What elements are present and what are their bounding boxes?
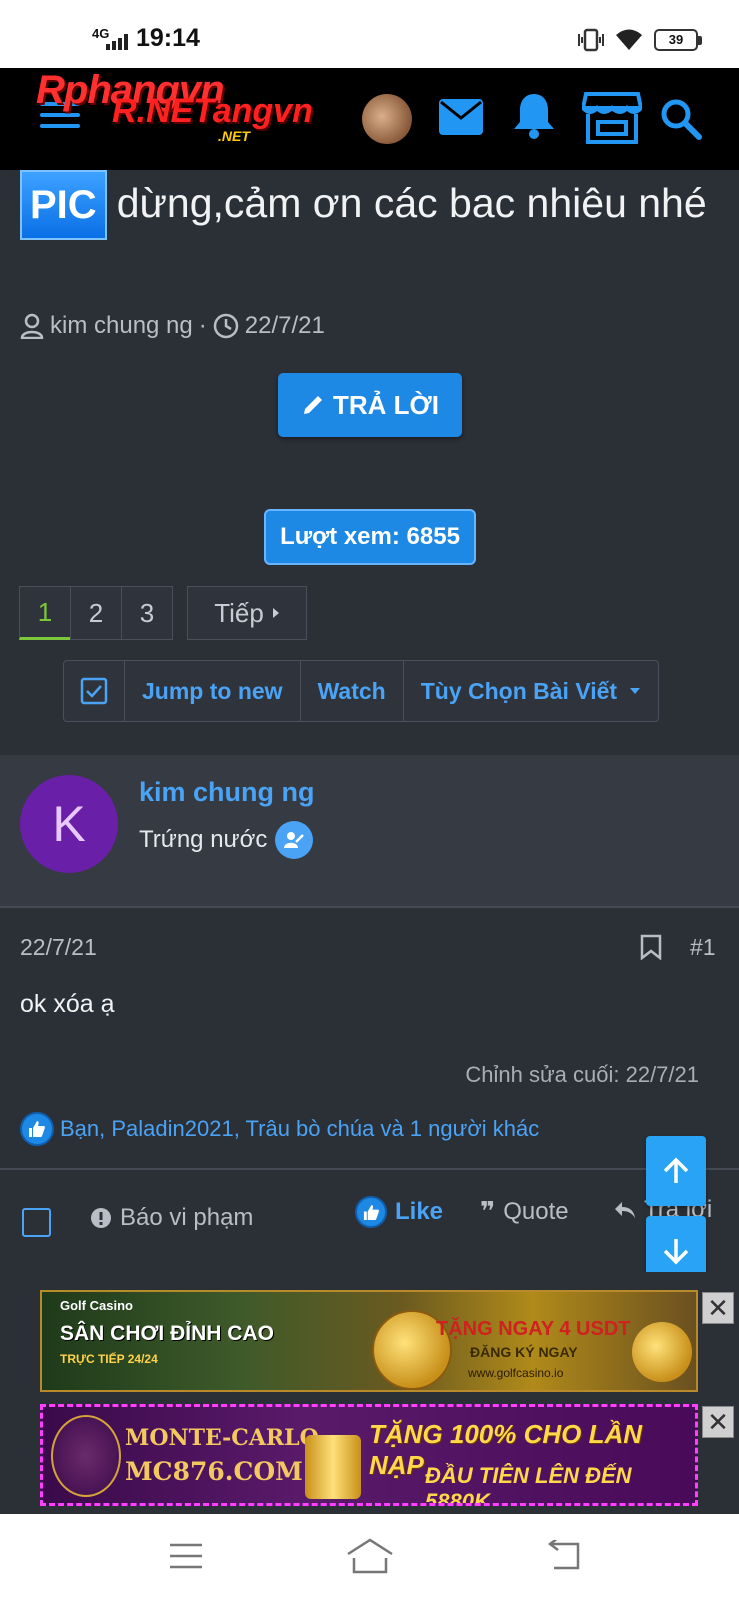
- home-icon[interactable]: [346, 1538, 394, 1574]
- page-3[interactable]: 3: [121, 586, 173, 640]
- page-2[interactable]: 2: [70, 586, 122, 640]
- arrow-down-icon: [663, 1239, 689, 1265]
- post-select-checkbox[interactable]: [22, 1208, 51, 1237]
- close-ad1-button[interactable]: ✕: [702, 1292, 734, 1324]
- scroll-top-button[interactable]: [646, 1136, 706, 1206]
- select-checkbox[interactable]: [64, 661, 125, 721]
- arrow-up-icon: [663, 1157, 689, 1183]
- next-page-button[interactable]: Tiếp: [187, 586, 307, 640]
- bell-icon[interactable]: [512, 92, 556, 140]
- banner-ad-monte-carlo[interactable]: MONTE-CARLO MC876.COM TẶNG 100% CHO LẦN …: [40, 1404, 698, 1506]
- post-edited-note: Chỉnh sửa cuối: 22/7/21: [465, 1062, 699, 1087]
- thread-date[interactable]: 22/7/21: [245, 312, 325, 340]
- close-ad2-button[interactable]: ✕: [702, 1406, 734, 1438]
- jump-to-new-button[interactable]: Jump to new: [125, 661, 301, 721]
- thread-title: PIC dừng,cảm ơn các bac nhiêu nhé: [20, 168, 720, 240]
- like-button[interactable]: Like: [355, 1196, 443, 1228]
- site-logo[interactable]: Rphangvn R.NETangvn .NET: [36, 68, 326, 166]
- checkbox-checked-icon: [80, 677, 108, 705]
- reply-arrow-icon: [615, 1202, 635, 1218]
- thread-options-button[interactable]: Tùy Chọn Bài Viết: [404, 661, 658, 721]
- pencil-icon: [304, 396, 323, 414]
- post-number[interactable]: #1: [690, 934, 716, 961]
- thread-toolbar: Jump to new Watch Tùy Chọn Bài Viết: [63, 660, 660, 722]
- quote-icon: ❞: [480, 1196, 496, 1226]
- post-avatar[interactable]: K: [20, 775, 118, 873]
- site-header: Rphangvn R.NETangvn .NET: [0, 68, 739, 170]
- bookmark-icon[interactable]: [640, 934, 662, 960]
- post-actions: Báo vi phạm Like ❞ Quote Trả lời: [0, 1172, 739, 1272]
- post-user-block: K kim chung ng Trứng nước: [0, 755, 739, 908]
- view-count: Lượt xem: 6855: [264, 509, 476, 565]
- mail-icon[interactable]: [438, 98, 484, 136]
- quote-button[interactable]: ❞ Quote: [480, 1196, 569, 1227]
- banner-ad-golf-casino[interactable]: Golf Casino SÂN CHƠI ĐỈNH CAO TRỰC TIẾP …: [40, 1290, 698, 1392]
- ad-area: Golf Casino SÂN CHƠI ĐỈNH CAO TRỰC TIẾP …: [0, 1272, 739, 1514]
- post-divider: [0, 1168, 739, 1170]
- post-date[interactable]: 22/7/21: [20, 934, 97, 961]
- search-icon[interactable]: [660, 98, 702, 140]
- page-1[interactable]: 1: [19, 586, 71, 640]
- watch-button[interactable]: Watch: [301, 661, 404, 721]
- vibrate-icon: [578, 28, 604, 52]
- system-nav-bar: [0, 1514, 739, 1600]
- caret-down-icon: [630, 688, 641, 694]
- rank-badge-icon: [275, 821, 314, 859]
- clock-icon: [213, 313, 238, 339]
- user-icon: [20, 313, 44, 339]
- post-body: ok xóa ạ: [20, 990, 115, 1018]
- thread-title-text: dừng,cảm ơn các bac nhiêu nhé: [116, 180, 707, 226]
- pagination: 1 2 3 Tiếp: [19, 586, 307, 640]
- recent-apps-icon[interactable]: [168, 1542, 204, 1570]
- store-icon[interactable]: [582, 92, 642, 144]
- caret-right-icon: [272, 608, 279, 618]
- reaction-summary[interactable]: Bạn, Paladin2021, Trâu bò chúa và 1 ngườ…: [20, 1112, 539, 1146]
- thread-meta: kim chung ng · 22/7/21: [20, 312, 325, 340]
- back-icon[interactable]: [544, 1540, 584, 1572]
- status-bar: 4G 19:14 39: [0, 0, 739, 68]
- wifi-icon: [616, 29, 642, 50]
- post-username[interactable]: kim chung ng: [139, 777, 315, 808]
- battery-indicator: 39: [654, 29, 702, 51]
- clock: 19:14: [136, 24, 200, 52]
- user-avatar[interactable]: [362, 94, 412, 144]
- thread-prefix-badge[interactable]: PIC: [20, 170, 107, 240]
- like-reaction-icon: [20, 1112, 54, 1146]
- report-button[interactable]: Báo vi phạm: [90, 1204, 253, 1232]
- alert-icon: [91, 1208, 111, 1228]
- thumbs-up-icon: [355, 1196, 387, 1228]
- post-user-rank: Trứng nước: [139, 821, 314, 859]
- thread-author[interactable]: kim chung ng: [50, 312, 193, 340]
- signal-icon: [106, 34, 128, 50]
- reply-button[interactable]: TRẢ LỜI: [278, 373, 462, 437]
